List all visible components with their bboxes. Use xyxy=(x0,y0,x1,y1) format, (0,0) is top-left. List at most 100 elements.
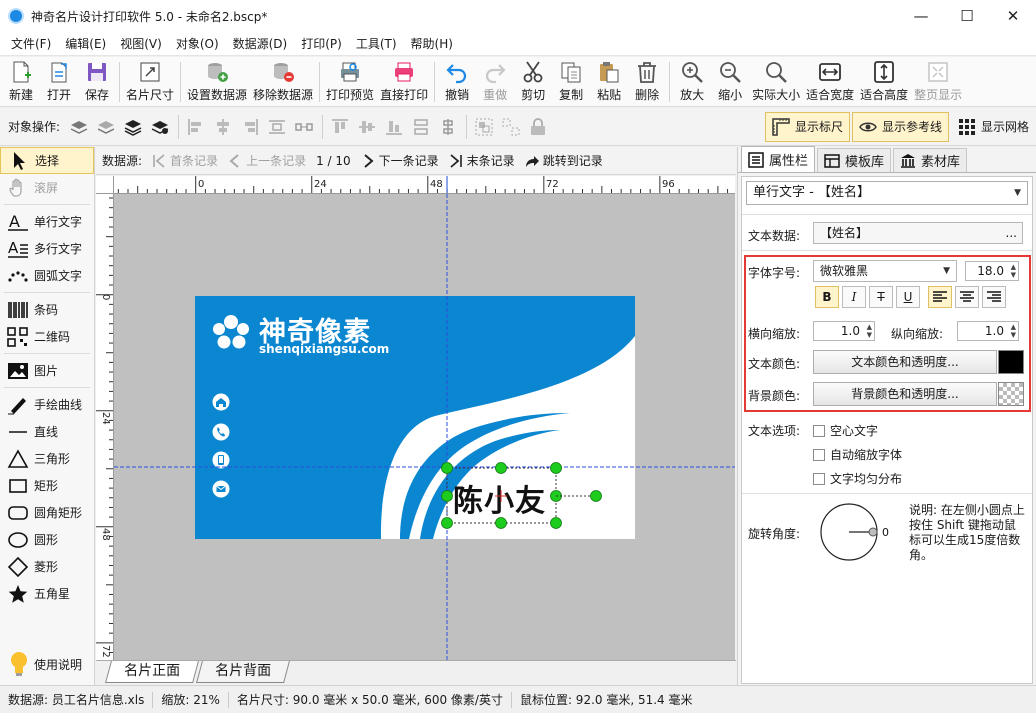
menu-help[interactable]: 帮助(H) xyxy=(404,33,460,55)
tool-diamond[interactable]: 菱形 xyxy=(0,553,94,580)
paste-button[interactable]: 粘贴 xyxy=(590,57,628,105)
menu-datasource[interactable]: 数据源(D) xyxy=(226,33,295,55)
copy-button[interactable]: 复制 xyxy=(552,57,590,105)
tool-barcode[interactable]: 条码 xyxy=(0,296,94,323)
menu-tools[interactable]: 工具(T) xyxy=(349,33,404,55)
show-ruler-toggle[interactable]: 显示标尺 xyxy=(764,111,850,142)
actual-size-button[interactable]: 实际大小 xyxy=(749,57,803,105)
group-button[interactable] xyxy=(471,114,497,140)
person-name-text[interactable]: 陈小友 xyxy=(453,476,546,520)
zoom-out-button[interactable]: 缩小 xyxy=(711,57,749,105)
delete-button[interactable]: 删除 xyxy=(628,57,666,105)
brand-url[interactable]: shenqixiangsu.com xyxy=(259,342,389,356)
tool-rectangle[interactable]: 矩形 xyxy=(0,472,94,499)
open-button[interactable]: 打开 xyxy=(40,57,78,105)
send-to-back-button[interactable] xyxy=(147,114,173,140)
hscale-spinner[interactable]: 1.0 ▲ ▼ xyxy=(813,321,875,341)
font-family-select[interactable]: 微软雅黑 ▼ xyxy=(813,260,957,282)
text-color-button[interactable]: 文本颜色和透明度... xyxy=(813,350,997,374)
set-datasource-button[interactable]: 设置数据源 xyxy=(184,57,250,105)
tool-triangle[interactable]: 三角形 xyxy=(0,445,94,472)
tab-properties[interactable]: 属性栏 xyxy=(741,146,816,172)
redo-button[interactable]: 重做 xyxy=(476,57,514,105)
distribute-h-button[interactable] xyxy=(264,114,290,140)
tab-materials[interactable]: 素材库 xyxy=(893,148,968,172)
tool-select[interactable]: 选择 xyxy=(0,147,94,174)
spin-arrows-icon[interactable]: ▲ ▼ xyxy=(1011,323,1016,339)
menu-print[interactable]: 打印(P) xyxy=(294,33,349,55)
align-top-button[interactable] xyxy=(327,114,353,140)
align-text-right-button[interactable] xyxy=(982,286,1006,308)
bg-color-button[interactable]: 背景颜色和透明度... xyxy=(813,382,997,406)
text-color-swatch[interactable] xyxy=(998,350,1024,374)
underline-button[interactable]: U xyxy=(896,286,920,308)
tool-multi-text[interactable]: A 多行文字 xyxy=(0,235,94,262)
send-backward-button[interactable] xyxy=(93,114,119,140)
print-preview-button[interactable]: 打印预览 xyxy=(323,57,377,105)
tool-ellipse[interactable]: 圆形 xyxy=(0,526,94,553)
next-record-button[interactable]: 下一条记录 xyxy=(361,152,439,169)
align-center-h-button[interactable] xyxy=(210,114,236,140)
vscale-spinner[interactable]: 1.0 ▲ ▼ xyxy=(957,321,1019,341)
tab-templates[interactable]: 模板库 xyxy=(817,148,892,172)
home-icon[interactable] xyxy=(212,393,230,411)
fit-page-button[interactable]: 整页显示 xyxy=(911,57,965,105)
align-text-left-button[interactable] xyxy=(928,286,952,308)
text-data-ellipsis-button[interactable]: ... xyxy=(1006,223,1017,243)
last-record-button[interactable]: 末条记录 xyxy=(449,152,515,169)
maximize-button[interactable]: ☐ xyxy=(944,0,990,32)
rotation-knob[interactable] xyxy=(868,527,878,537)
tool-pan[interactable]: 滚屏 xyxy=(0,174,94,201)
bold-button[interactable]: B xyxy=(815,286,839,308)
jump-record-button[interactable]: 跳转到记录 xyxy=(525,152,603,169)
email-icon[interactable] xyxy=(212,480,230,498)
tool-rounded-rect[interactable]: 圆角矩形 xyxy=(0,499,94,526)
mobile-icon[interactable] xyxy=(212,451,230,469)
align-middle-button[interactable] xyxy=(354,114,380,140)
spin-arrows-icon[interactable]: ▲ ▼ xyxy=(867,323,872,339)
fit-height-button[interactable]: 适合高度 xyxy=(857,57,911,105)
prev-record-button[interactable]: 上一条记录 xyxy=(228,152,306,169)
strikethrough-button[interactable]: T xyxy=(869,286,893,308)
first-record-button[interactable]: 首条记录 xyxy=(152,152,218,169)
tab-card-front[interactable]: 名片正面 xyxy=(105,661,199,683)
business-card[interactable]: 神奇像素 shenqixiangsu.com 陈小友 xyxy=(195,296,635,539)
tool-image[interactable]: 图片 xyxy=(0,357,94,384)
tool-line[interactable]: 直线 xyxy=(0,418,94,445)
zoom-in-button[interactable]: 放大 xyxy=(673,57,711,105)
auto-scale-checkbox[interactable]: 自动缩放字体 xyxy=(813,446,902,463)
align-text-center-button[interactable] xyxy=(955,286,979,308)
rotation-dial[interactable]: 0 xyxy=(817,502,901,562)
cut-button[interactable]: 剪切 xyxy=(514,57,552,105)
fit-width-button[interactable]: 适合宽度 xyxy=(803,57,857,105)
help-button[interactable]: 使用说明 xyxy=(0,647,94,681)
object-selector[interactable]: 单行文字 - 【姓名】 ▼ xyxy=(746,181,1028,205)
show-guides-toggle[interactable]: 显示参考线 xyxy=(851,111,949,142)
tool-single-text[interactable]: A 单行文字 xyxy=(0,208,94,235)
bg-color-swatch[interactable] xyxy=(998,382,1024,406)
minimize-button[interactable]: — xyxy=(898,0,944,32)
ungroup-button[interactable] xyxy=(498,114,524,140)
bring-to-front-button[interactable] xyxy=(120,114,146,140)
tool-arc-text[interactable]: 圆弧文字 xyxy=(0,262,94,289)
align-left-button[interactable] xyxy=(183,114,209,140)
direct-print-button[interactable]: 直接打印 xyxy=(377,57,431,105)
tool-star[interactable]: 五角星 xyxy=(0,580,94,607)
tab-card-back[interactable]: 名片背面 xyxy=(196,661,290,683)
italic-button[interactable]: I xyxy=(842,286,866,308)
phone-icon[interactable] xyxy=(212,423,230,441)
distribute-text-checkbox[interactable]: 文字均匀分布 xyxy=(813,470,902,487)
distribute-v-button[interactable] xyxy=(291,114,317,140)
design-canvas[interactable]: 神奇像素 shenqixiangsu.com 陈小友 xyxy=(114,194,735,660)
menu-file[interactable]: 文件(F) xyxy=(4,33,58,55)
menu-view[interactable]: 视图(V) xyxy=(113,33,169,55)
ruler-horizontal[interactable]: 0 24 48 72 96 xyxy=(96,176,735,194)
hollow-text-checkbox[interactable]: 空心文字 xyxy=(813,422,878,439)
card-size-button[interactable]: 名片尺寸 xyxy=(123,57,177,105)
undo-button[interactable]: 撤销 xyxy=(438,57,476,105)
new-button[interactable]: 新建 xyxy=(2,57,40,105)
save-button[interactable]: 保存 xyxy=(78,57,116,105)
bring-forward-button[interactable] xyxy=(66,114,92,140)
lock-button[interactable] xyxy=(525,114,551,140)
text-data-field[interactable]: 【姓名】 ... xyxy=(813,222,1023,244)
